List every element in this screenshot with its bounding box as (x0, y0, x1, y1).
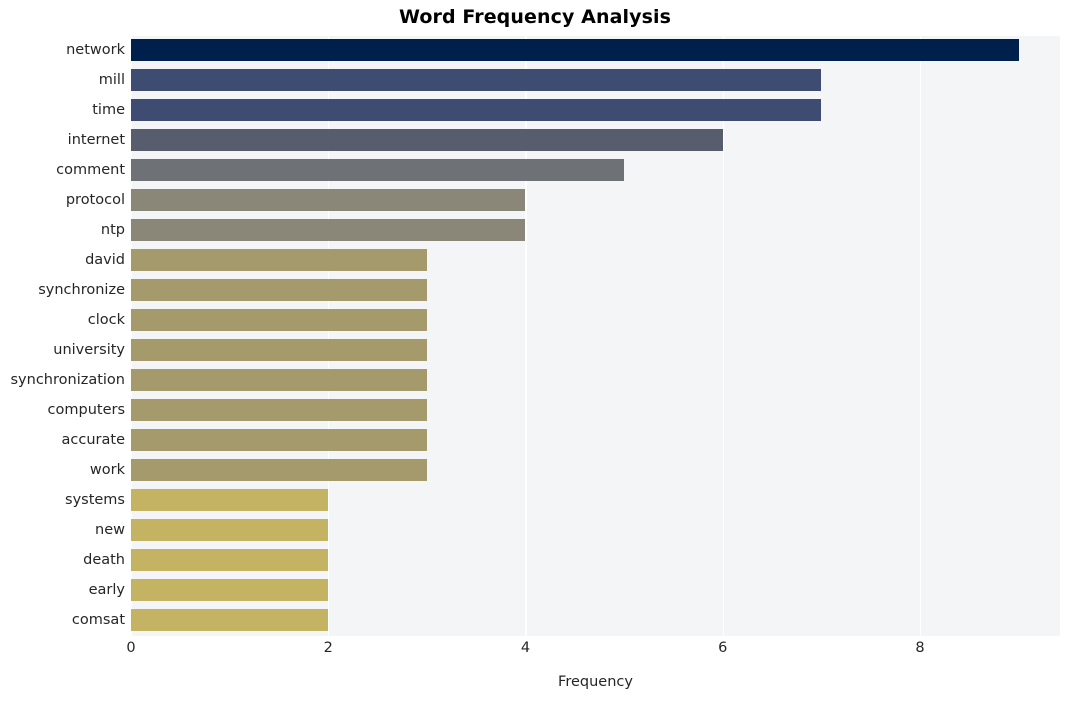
y-tick-label-protocol: protocol (65, 192, 125, 208)
bar-row (131, 186, 1060, 215)
x-tick-label-0: 0 (126, 640, 136, 656)
y-tick-label-time: time (92, 102, 125, 118)
y-tick-label-work: work (89, 462, 125, 478)
y-tick-label-comsat: comsat (71, 612, 125, 628)
bar-row (131, 246, 1060, 275)
y-axis-tick-labels: network mill time internet comment protocol nt… (0, 36, 126, 636)
bar-row (131, 606, 1060, 635)
y-tick-label-computers: computers (47, 402, 125, 418)
bar-row (131, 396, 1060, 425)
bar-internet[interactable] (131, 129, 723, 152)
bar-row (131, 276, 1060, 305)
bar-university[interactable] (131, 339, 427, 362)
y-tick-label-ntp: ntp (100, 222, 125, 238)
bar-synchronize[interactable] (131, 279, 427, 302)
bar-row (131, 366, 1060, 395)
y-tick-label-new: new (95, 522, 125, 538)
bar-comsat[interactable] (131, 609, 329, 632)
bar-row (131, 66, 1060, 95)
y-tick-label-network: network (66, 42, 125, 58)
y-tick-label-university: university (53, 342, 125, 358)
y-tick-label-comment: comment (56, 162, 125, 178)
bar-david[interactable] (131, 249, 427, 272)
bar-systems[interactable] (131, 489, 329, 512)
bar-row (131, 216, 1060, 245)
bar-protocol[interactable] (131, 189, 526, 212)
chart-title: Word Frequency Analysis (398, 6, 672, 28)
bar-row (131, 156, 1060, 185)
bar-early[interactable] (131, 579, 329, 602)
bar-comment[interactable] (131, 159, 625, 182)
y-tick-label-death: death (83, 552, 125, 568)
bar-row (131, 546, 1060, 575)
bar-new[interactable] (131, 519, 329, 542)
y-tick-label-early: early (88, 582, 125, 598)
bar-row (131, 486, 1060, 515)
bar-work[interactable] (131, 459, 427, 482)
x-axis-label: Frequency (558, 674, 633, 690)
y-tick-label-systems: systems (65, 492, 125, 508)
y-tick-label-internet: internet (67, 132, 125, 148)
x-tick-label-4: 4 (520, 640, 531, 656)
bar-death[interactable] (131, 549, 329, 572)
bar-row (131, 36, 1060, 65)
y-tick-label-david: david (85, 252, 125, 268)
bar-row (131, 516, 1060, 545)
bar-synchronization[interactable] (131, 369, 427, 392)
bar-time[interactable] (131, 99, 822, 122)
y-tick-label-clock: clock (87, 312, 125, 328)
y-tick-label-accurate: accurate (61, 432, 125, 448)
x-axis-tick-labels: 0 2 4 6 8 (0, 640, 1070, 670)
x-tick-label-8: 8 (915, 640, 925, 656)
bar-ntp[interactable] (131, 219, 526, 242)
bar-clock[interactable] (131, 309, 427, 332)
x-tick-label-2: 2 (323, 640, 333, 656)
bar-computers[interactable] (131, 399, 427, 422)
bars-layer (131, 36, 1060, 636)
y-tick-label-synchronize: synchronize (38, 282, 125, 298)
bar-row (131, 96, 1060, 125)
y-tick-label-synchronization: synchronization (10, 372, 126, 388)
bar-row (131, 456, 1060, 485)
bar-row (131, 306, 1060, 335)
y-tick-label-mill: mill (98, 72, 125, 88)
bar-row (131, 426, 1060, 455)
bar-row (131, 336, 1060, 365)
bar-mill[interactable] (131, 69, 822, 92)
bar-network[interactable] (131, 39, 1019, 62)
bar-accurate[interactable] (131, 429, 427, 452)
bar-row (131, 126, 1060, 155)
bar-row (131, 576, 1060, 605)
chart-figure: Word Frequency Analysis network mill time i… (0, 0, 1070, 701)
x-tick-label-6: 6 (718, 640, 728, 656)
